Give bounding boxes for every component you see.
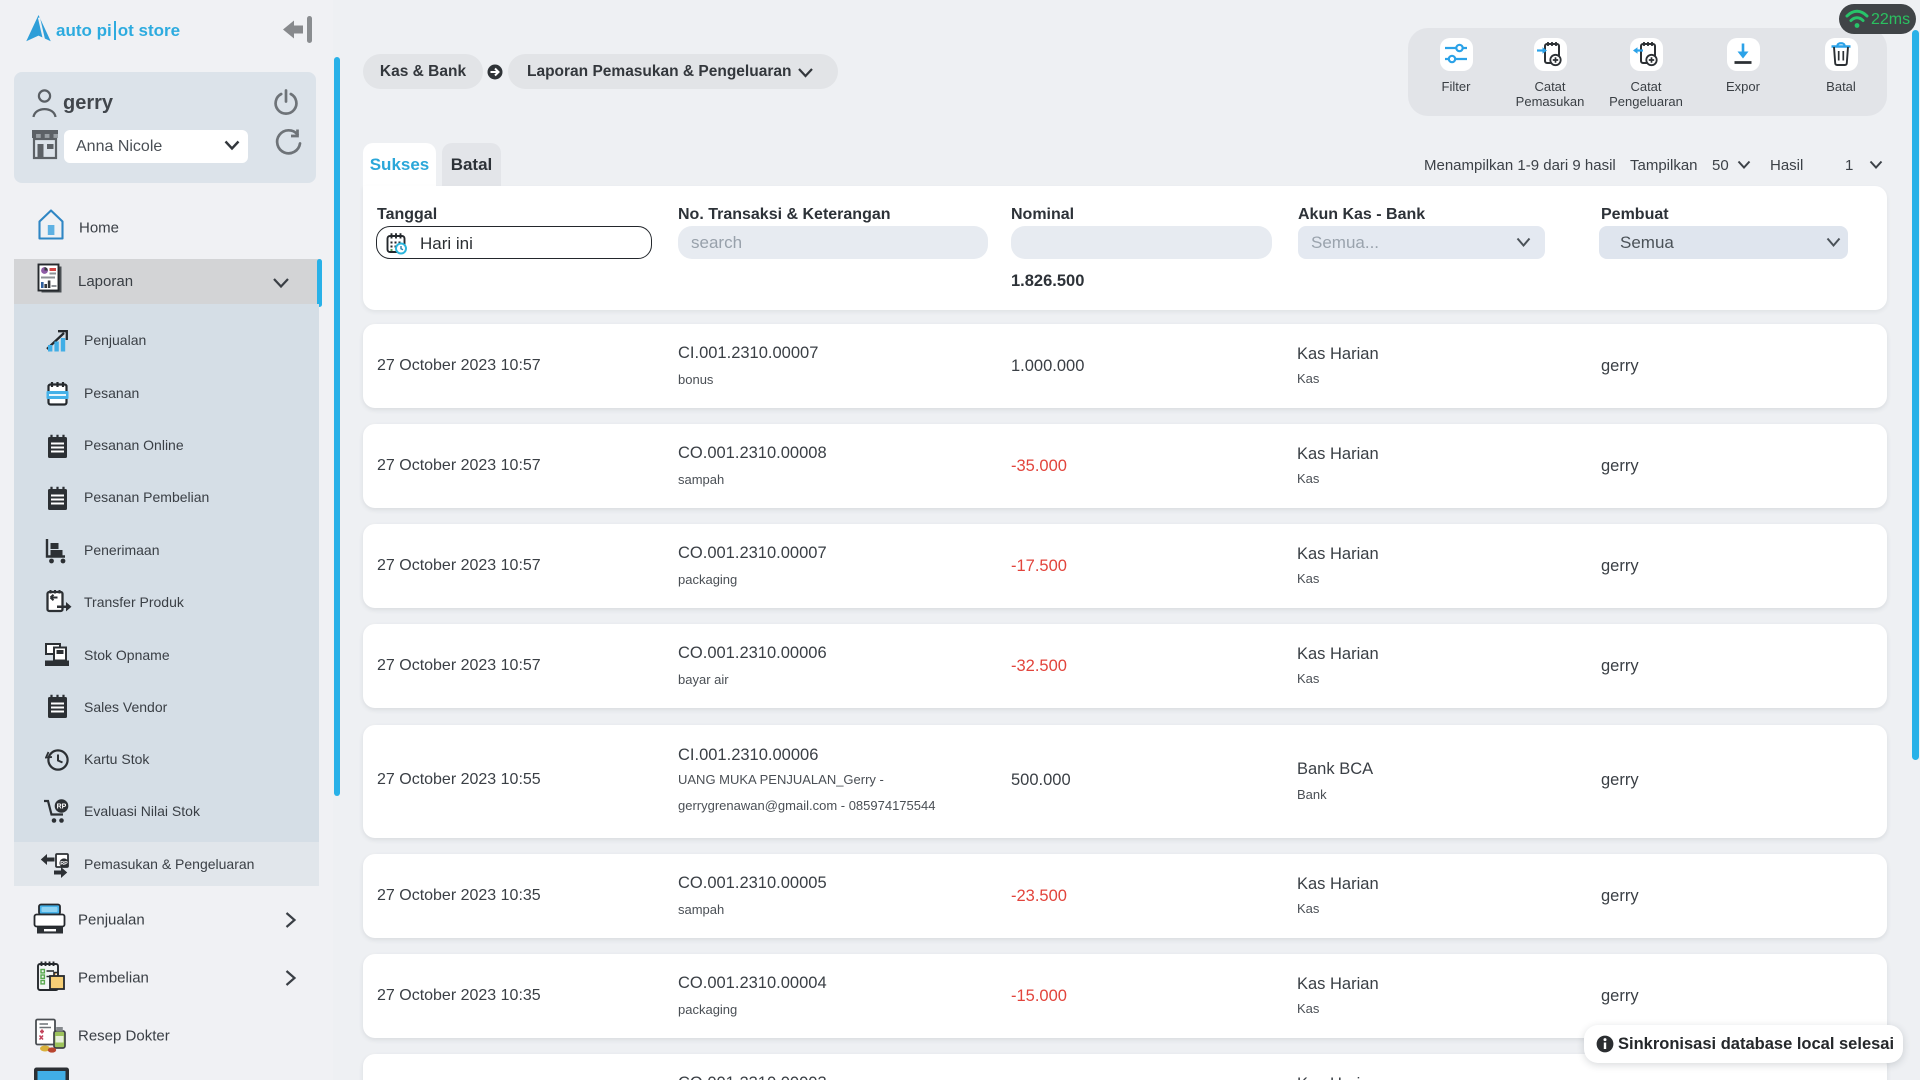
svg-text:RP: RP	[57, 804, 67, 811]
svg-text:RP: RP	[60, 861, 68, 867]
